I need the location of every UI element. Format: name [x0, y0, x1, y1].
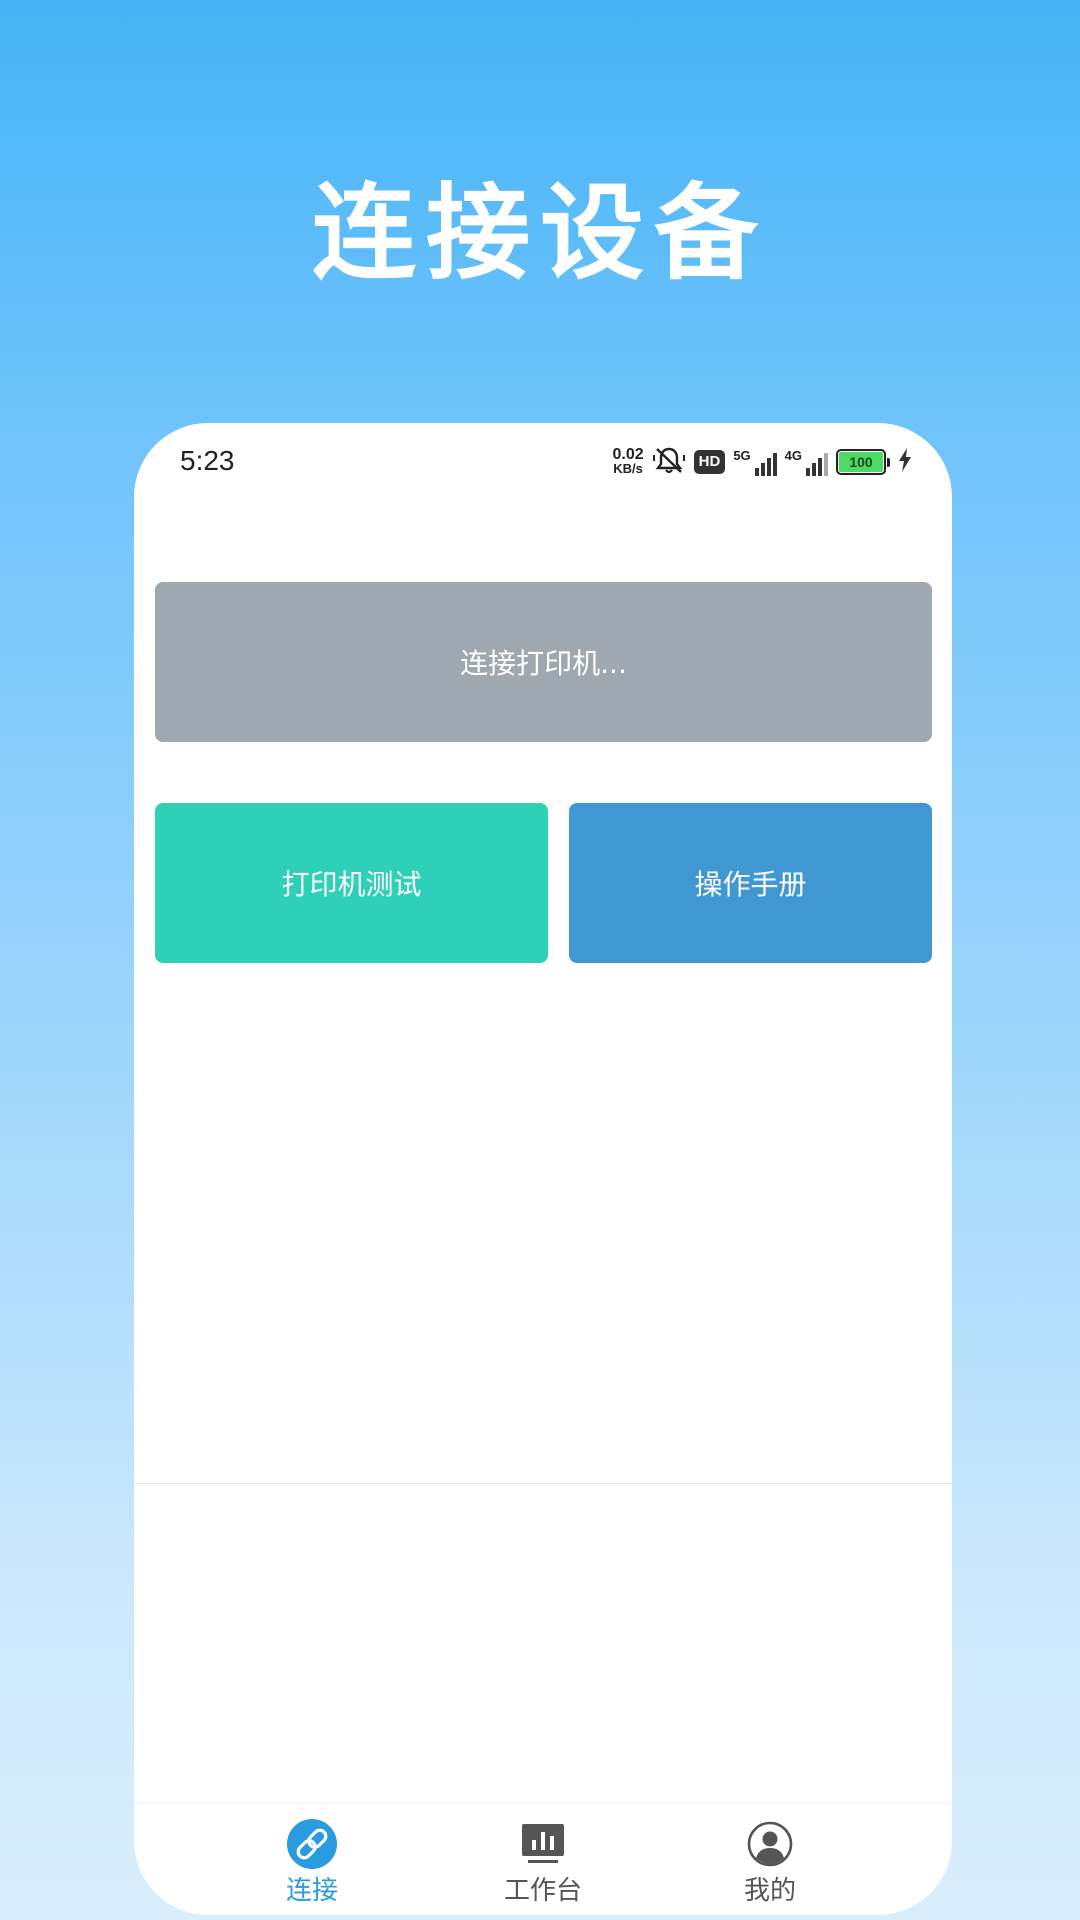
tab-workbench-label: 工作台 [503, 1876, 582, 1906]
tab-connect[interactable]: 连接 [222, 1818, 402, 1908]
printer-test-button[interactable]: 打印机测试 [155, 803, 548, 963]
battery-level: 100 [839, 452, 883, 472]
bell-off-icon [652, 445, 686, 479]
tab-profile-label: 我的 [743, 1876, 796, 1906]
signal-5g-icon: 5G [733, 448, 777, 476]
tab-workbench[interactable]: 工作台 [453, 1820, 633, 1908]
content-divider [134, 1483, 952, 1484]
user-manual-button[interactable]: 操作手册 [569, 803, 932, 963]
connect-printer-button[interactable]: 连接打印机... [155, 582, 932, 742]
tab-profile[interactable]: 我的 [680, 1820, 860, 1908]
status-time: 5:23 [180, 445, 235, 476]
phone-screen: 5:23 0.02 KB/s HD 5G 4G 100 连接打印机... 打印机… [134, 423, 952, 1915]
network-speed-value: 0.02 [612, 446, 644, 463]
charging-bolt-icon [898, 448, 912, 476]
chart-board-icon [520, 1822, 566, 1870]
tab-connect-label: 连接 [285, 1876, 338, 1906]
signal-4g-label: 4G [784, 448, 802, 463]
page-title: 连接设备 [311, 172, 768, 294]
signal-4g-icon: 4G [785, 448, 828, 476]
network-speed-unit: KB/s [613, 461, 643, 476]
network-speed: 0.02 KB/s [612, 446, 644, 476]
signal-5g-label: 5G [733, 448, 751, 463]
link-icon [286, 1818, 338, 1874]
hd-voice-badge: HD [693, 450, 726, 474]
status-bar: 5:23 0.02 KB/s HD 5G 4G 100 [134, 423, 952, 503]
status-icons: 0.02 KB/s HD 5G 4G 100 [613, 445, 913, 479]
battery-icon: 100 [836, 449, 890, 475]
user-avatar-icon [747, 1821, 793, 1871]
bottom-tab-bar: 连接 工作台 我的 [134, 1803, 952, 1915]
